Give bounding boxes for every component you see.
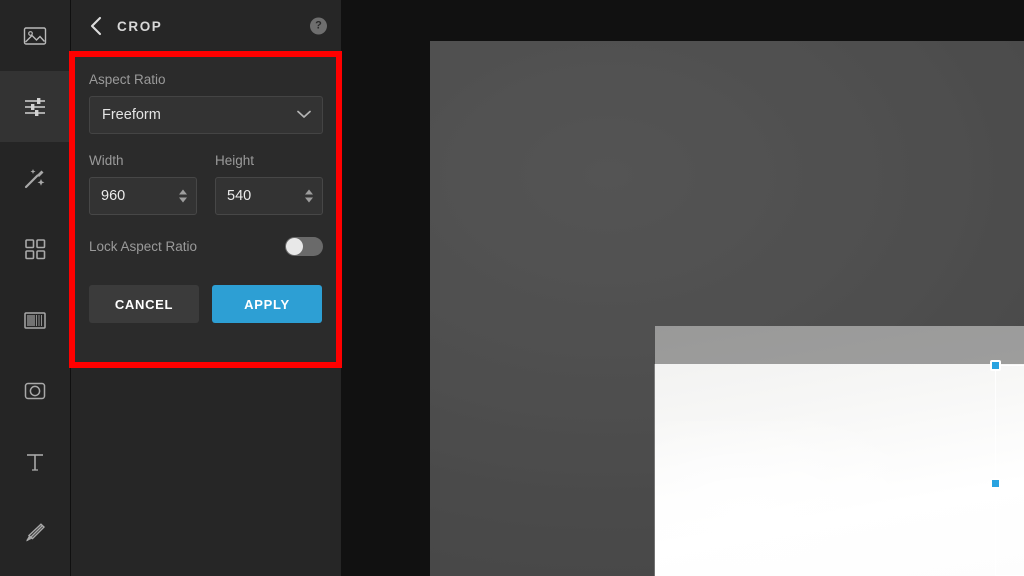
aspect-ratio-label: Aspect Ratio bbox=[89, 72, 166, 87]
width-label: Width bbox=[89, 153, 124, 168]
crop-selection[interactable] bbox=[995, 365, 1024, 576]
tool-text[interactable] bbox=[0, 426, 70, 497]
stepper-down-icon[interactable] bbox=[305, 197, 313, 203]
sliders-icon bbox=[25, 97, 45, 116]
aspect-ratio-select[interactable]: Freeform bbox=[89, 96, 323, 134]
width-field-group: Width 960 bbox=[89, 153, 197, 215]
image-icon bbox=[23, 26, 47, 45]
crop-panel-body: Aspect Ratio Freeform Width 960 Height 5… bbox=[71, 52, 341, 367]
grid-icon bbox=[25, 238, 46, 259]
photo-highlight bbox=[655, 421, 1024, 576]
width-stepper[interactable] bbox=[179, 189, 187, 203]
height-input[interactable]: 540 bbox=[215, 177, 323, 215]
tool-effects[interactable] bbox=[0, 142, 70, 213]
lock-aspect-ratio-label: Lock Aspect Ratio bbox=[89, 239, 198, 254]
apply-button[interactable]: APPLY bbox=[212, 285, 322, 323]
tool-draw[interactable] bbox=[0, 497, 70, 568]
tool-overlays[interactable] bbox=[0, 213, 70, 284]
crop-overlay-top bbox=[341, 0, 1024, 364]
stepper-down-icon[interactable] bbox=[179, 197, 187, 203]
tool-image[interactable] bbox=[0, 0, 70, 71]
lock-aspect-ratio-toggle[interactable] bbox=[285, 237, 323, 256]
action-buttons: CANCEL APPLY bbox=[89, 285, 323, 323]
canvas-area[interactable] bbox=[341, 0, 1024, 576]
width-value: 960 bbox=[101, 188, 126, 204]
chevron-down-icon bbox=[297, 106, 311, 124]
crop-handle-top-left[interactable] bbox=[990, 360, 1001, 371]
tool-frames[interactable] bbox=[0, 284, 70, 355]
chevron-left-icon bbox=[90, 16, 102, 36]
vignette-icon bbox=[24, 382, 46, 399]
tool-rail bbox=[0, 0, 71, 576]
text-icon bbox=[27, 453, 43, 471]
lock-aspect-ratio-row: Lock Aspect Ratio bbox=[89, 237, 323, 256]
height-value: 540 bbox=[227, 188, 252, 204]
help-icon[interactable]: ? bbox=[310, 17, 327, 35]
magic-wand-icon bbox=[24, 168, 45, 188]
panel-header: CROP ? bbox=[71, 0, 341, 52]
crop-overlay-left bbox=[341, 364, 654, 576]
tool-adjust[interactable] bbox=[0, 71, 70, 142]
stepper-up-icon[interactable] bbox=[305, 189, 313, 195]
height-label: Height bbox=[215, 153, 255, 168]
brush-icon bbox=[26, 522, 46, 541]
crop-panel: CROP ? Aspect Ratio Freeform Width 960 H… bbox=[71, 0, 341, 576]
tool-focus[interactable] bbox=[0, 355, 70, 426]
aspect-ratio-value: Freeform bbox=[102, 107, 161, 123]
height-field-group: Height 540 bbox=[215, 153, 323, 215]
cancel-button[interactable]: CANCEL bbox=[89, 285, 199, 323]
stepper-up-icon[interactable] bbox=[179, 189, 187, 195]
back-button[interactable] bbox=[79, 0, 113, 52]
page-title: CROP bbox=[117, 18, 163, 34]
toggle-knob bbox=[286, 238, 303, 255]
frame-icon bbox=[24, 311, 46, 329]
width-input[interactable]: 960 bbox=[89, 177, 197, 215]
dimensions-row: Width 960 Height 540 bbox=[89, 153, 323, 215]
height-stepper[interactable] bbox=[305, 189, 313, 203]
crop-handle-bottom-left[interactable] bbox=[990, 478, 1001, 489]
image-editor-window: CROP ? Aspect Ratio Freeform Width 960 H… bbox=[0, 0, 1024, 576]
